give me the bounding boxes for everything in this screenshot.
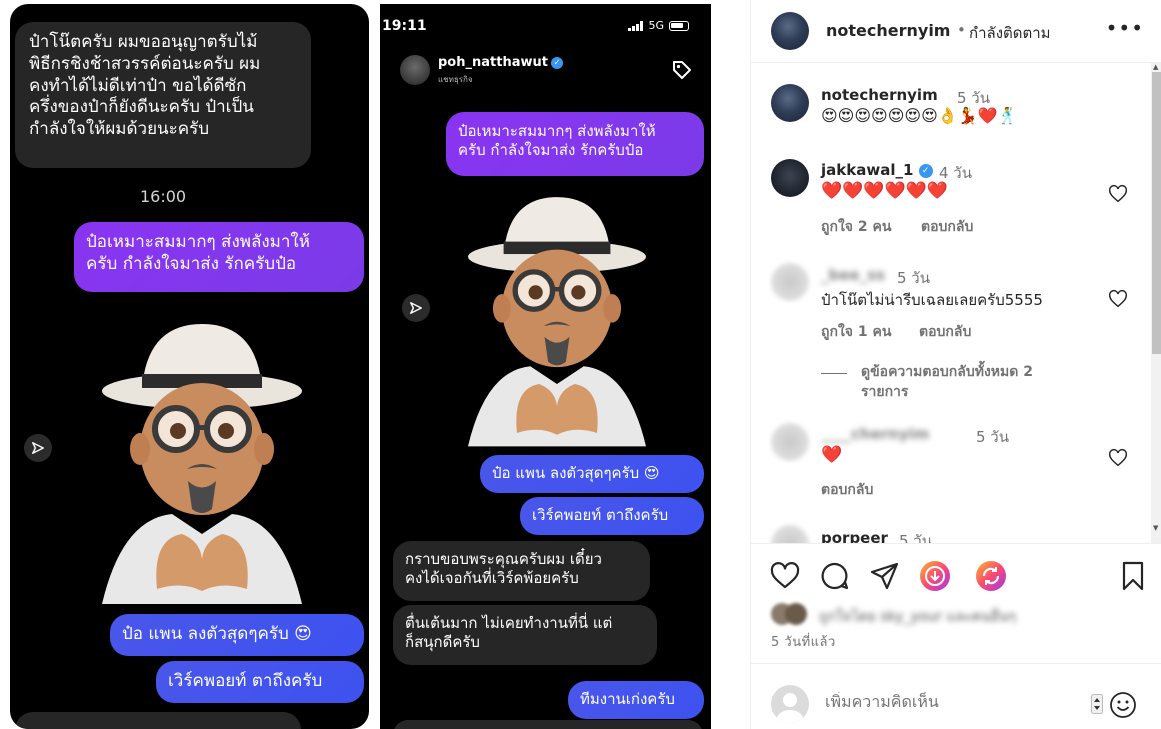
memoji-heart-sticker <box>102 324 302 604</box>
scroll-up-arrow-icon[interactable]: ▲ <box>1153 63 1158 71</box>
chat-timestamp: 16:00 <box>140 187 187 206</box>
reply-button[interactable]: ตอบกลับ <box>919 321 971 343</box>
signal-icon <box>628 20 644 31</box>
comment-like-count[interactable]: ถูกใจ 2 คน <box>821 216 891 238</box>
comment-like-count[interactable]: ถูกใจ 1 คน <box>821 321 891 343</box>
like-heart-icon[interactable] <box>769 560 801 592</box>
dm-avatar <box>400 55 430 85</box>
share-send-icon[interactable] <box>869 560 901 592</box>
commenter-username[interactable]: _bee_ss <box>821 266 885 284</box>
commenter-avatar[interactable] <box>771 263 809 301</box>
chat-bubble-outgoing: เวิร์คพอยท์ ตาถึงครับ <box>156 661 364 703</box>
add-comment-input[interactable] <box>825 692 1085 711</box>
dm-header: poh_natthawut ✓ แชทธุรกิจ <box>380 49 711 91</box>
chat-bubble-outgoing: ป๋อ แพน ลงตัวสุดๆครับ 😍 <box>480 455 704 493</box>
commenter-username[interactable]: notechernyim <box>821 86 938 104</box>
status-bar-icons: 5G <box>628 19 689 32</box>
post-header: notechernyim • กำลังติดตาม ••• <box>751 0 1161 63</box>
commenter-username[interactable]: jakkawal_1 ✓ <box>821 161 933 179</box>
more-horizontal-icon[interactable]: ••• <box>1106 16 1144 40</box>
view-replies-line <box>821 373 847 374</box>
following-button[interactable]: กำลังติดตาม <box>969 21 1051 45</box>
status-bar-time: 19:11 <box>382 18 427 34</box>
header-separator: • <box>957 21 966 39</box>
default-avatar-icon <box>777 693 803 723</box>
scrollbar-thumb[interactable] <box>1152 72 1161 354</box>
chat-bubble-incoming: ป๋าโน๊ตครับ ผมขออนุญาตรับไม้ พิธีกรชิงช้… <box>15 22 311 168</box>
dm-username: poh_natthawut ✓ <box>438 55 563 70</box>
post-media[interactable]: ป๋าโน๊ตครับ ผมขออนุญาตรับไม้ พิธีกรชิงช้… <box>0 0 750 729</box>
dm-subtitle: แชทธุรกิจ <box>438 75 473 84</box>
heart-icon[interactable] <box>1107 183 1129 205</box>
commenter-avatar[interactable] <box>771 159 809 197</box>
repost-extension-icon[interactable] <box>975 560 1007 592</box>
heart-icon[interactable] <box>1107 447 1129 469</box>
network-label: 5G <box>648 19 664 32</box>
author-avatar[interactable] <box>771 12 809 50</box>
save-bookmark-icon[interactable] <box>1117 560 1149 592</box>
chat-bubble-incoming: ตื่นเต้นมาก ไม่เคยทำงานที่นี่ แต่ ก็สนุก… <box>393 605 657 665</box>
reply-button[interactable]: ตอบกลับ <box>821 479 873 501</box>
heart-icon[interactable] <box>1107 288 1129 310</box>
commenter-avatar[interactable] <box>771 84 809 122</box>
comment-time: 5 วัน <box>976 428 1009 446</box>
post-time[interactable]: 5 วันที่แล้ว <box>771 631 836 652</box>
verified-badge-icon: ✓ <box>550 56 563 69</box>
liked-by-text[interactable]: ถูกใจโดย sky_your และคนอื่นๆ <box>819 606 1016 628</box>
chat-bubble-outgoing: ป๋อ แพน ลงตัวสุดๆครับ 😍 <box>110 614 364 656</box>
comment-bubble-icon[interactable] <box>819 560 851 592</box>
chat-bubble-outgoing: ป๋อเหมาะสมมากๆ ส่งพลังมาให้ ครับ กำลังใจ… <box>74 222 364 292</box>
comment-time: 5 วัน <box>897 269 930 287</box>
author-username[interactable]: notechernyim <box>826 21 950 40</box>
text-size-stepper-icon[interactable] <box>1091 694 1103 714</box>
view-replies-button[interactable]: ดูข้อความตอบกลับทั้งหมด 2 รายการ <box>861 363 1033 402</box>
liker-avatar <box>785 603 807 625</box>
comment-text: ❤️ <box>821 445 843 465</box>
scroll-down-arrow-icon[interactable]: ▼ <box>1153 524 1158 532</box>
chat-screenshot-1: ป๋าโน๊ตครับ ผมขออนุญาตรับไม้ พิธีกรชิงช้… <box>10 4 369 729</box>
commenter-username[interactable]: ____chernyim <box>821 425 929 443</box>
reply-button[interactable]: ตอบกลับ <box>921 216 973 238</box>
chat-bubble-outgoing: เวิร์คพอยท์ ตาถึงครับ <box>520 497 704 535</box>
comment-text: ป๋าโน๊ตไม่น่ารีบเฉลยเลยครับ5555 <box>821 291 1043 309</box>
add-comment-bar <box>751 663 1161 729</box>
comment-text: 😍😍😍😍😍😍😍👌💃❤️🕺 <box>821 106 1018 125</box>
emoji-picker-icon[interactable] <box>1109 691 1137 719</box>
comment-time: 5 วัน <box>899 532 932 543</box>
chat-bubble-outgoing: ทีมงานเก่งครับ <box>568 681 704 719</box>
battery-icon <box>669 20 689 31</box>
comments-list[interactable]: notechernyim 5 วัน 😍😍😍😍😍😍😍👌💃❤️🕺 jakkawal… <box>751 63 1151 543</box>
chat-bubble-incoming: กราบขอบพระคุณครับผม เดี๋ยว คงได้เจอกันที… <box>393 541 650 601</box>
commenter-avatar[interactable] <box>771 525 809 543</box>
liked-by[interactable]: ถูกใจโดย sky_your และคนอื่นๆ <box>771 601 1111 625</box>
chat-screenshot-2: 19:11 5G poh_natthawut ✓ แชทธุรกิจ ป๋อเหม… <box>380 4 711 729</box>
memoji-heart-sticker <box>468 197 646 447</box>
download-extension-icon[interactable] <box>919 560 951 592</box>
commenter-avatar[interactable] <box>771 423 809 461</box>
verified-badge-icon: ✓ <box>918 163 933 178</box>
chat-bubble-incoming <box>15 712 301 729</box>
reply-arrow-icon <box>24 434 52 462</box>
commenter-username[interactable]: porpeer <box>821 529 888 543</box>
post-sidebar: notechernyim • กำลังติดตาม ••• notechern… <box>750 0 1161 729</box>
chat-bubble-incoming <box>393 720 703 729</box>
tag-icon <box>673 61 691 79</box>
current-user-avatar <box>771 685 809 723</box>
comment-text: ❤️❤️❤️❤️❤️❤️ <box>821 181 949 201</box>
post-actions: ถูกใจโดย sky_your และคนอื่นๆ 5 วันที่แล้… <box>751 543 1161 663</box>
chat-bubble-outgoing: ป๋อเหมาะสมมากๆ ส่งพลังมาให้ ครับ กำลังใจ… <box>446 112 704 176</box>
reply-arrow-icon <box>402 294 430 322</box>
instagram-post-view: ป๋าโน๊ตครับ ผมขออนุญาตรับไม้ พิธีกรชิงช้… <box>0 0 1161 729</box>
